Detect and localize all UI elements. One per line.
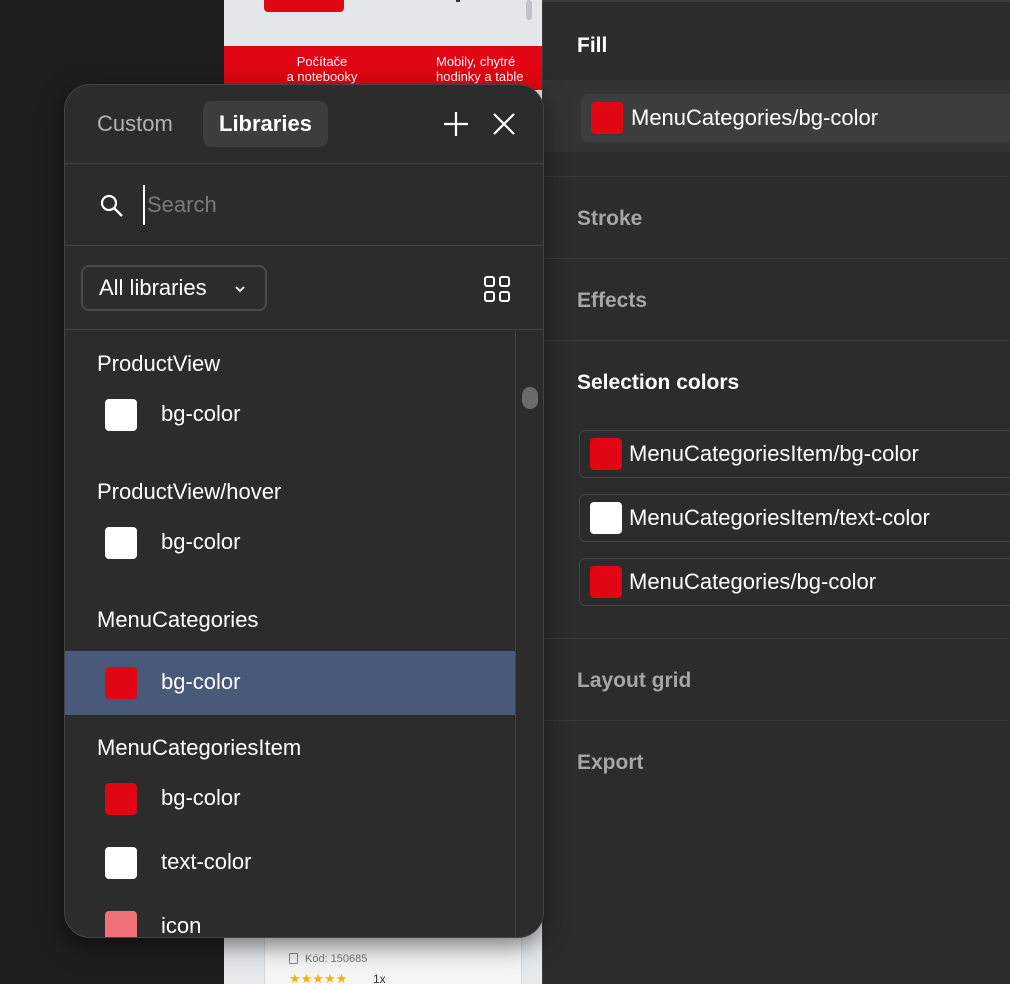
color-style-item[interactable]: icon: [65, 895, 515, 938]
fill-title: Fill: [577, 34, 608, 57]
color-swatch: [105, 667, 137, 699]
color-styles-list[interactable]: ProductView bg-color ProductView/hover b…: [65, 331, 515, 938]
selection-color-label: MenuCategoriesItem/bg-color: [629, 441, 919, 466]
color-swatch: [105, 527, 137, 559]
selection-color-label: MenuCategoriesItem/text-color: [629, 505, 930, 530]
effects-section[interactable]: Effects: [543, 258, 1010, 340]
canvas-dash: [456, 0, 460, 2]
canvas-menu-item: Mobily, chytré hodinky a table: [436, 54, 524, 84]
divider: [65, 329, 543, 330]
effects-title: Effects: [577, 289, 648, 312]
stroke-section[interactable]: Stroke: [543, 176, 1010, 258]
scrollbar-thumb[interactable]: [522, 387, 538, 409]
export-section[interactable]: Export: [543, 720, 1010, 802]
stroke-title: Stroke: [577, 207, 643, 230]
selection-color-swatch[interactable]: [590, 438, 622, 470]
color-swatch: [105, 783, 137, 815]
color-style-label: icon: [161, 913, 202, 938]
fill-swatch[interactable]: [591, 102, 623, 134]
selection-color-swatch[interactable]: [590, 502, 622, 534]
color-style-label: bg-color: [161, 529, 241, 554]
color-style-label: bg-color: [161, 669, 241, 694]
color-style-item[interactable]: bg-color: [65, 767, 515, 831]
library-group-title: ProductView: [97, 351, 221, 376]
copy-icon: [289, 953, 298, 964]
color-styles-popover: Custom Libraries All libraries ProductVi…: [64, 84, 544, 938]
tab-custom[interactable]: Custom: [81, 101, 189, 147]
close-icon[interactable]: [489, 109, 519, 139]
grid-view-icon[interactable]: [483, 275, 511, 303]
color-style-item[interactable]: bg-color: [65, 511, 515, 575]
color-style-item[interactable]: bg-color: [65, 383, 515, 447]
fill-style-row[interactable]: MenuCategories/bg-color: [581, 94, 1010, 142]
library-filter-label: All libraries: [99, 275, 207, 300]
selection-colors-title: Selection colors: [577, 371, 740, 394]
divider: [65, 163, 543, 164]
color-style-item-selected[interactable]: bg-color: [65, 651, 515, 715]
layout-grid-section[interactable]: Layout grid: [543, 638, 1010, 720]
layout-grid-title: Layout grid: [577, 669, 692, 692]
plus-icon[interactable]: [441, 109, 471, 139]
selection-color-row[interactable]: MenuCategories/bg-color: [579, 558, 1010, 606]
selection-color-label: MenuCategories/bg-color: [629, 569, 877, 594]
color-style-item[interactable]: text-color: [65, 831, 515, 895]
color-style-label: bg-color: [161, 401, 241, 426]
library-group-title: ProductView/hover: [97, 479, 282, 504]
color-style-label: text-color: [161, 849, 252, 874]
fill-section: Fill: [543, 0, 1010, 80]
chevron-down-icon: [235, 286, 245, 293]
tab-libraries[interactable]: Libraries: [203, 101, 328, 147]
selection-color-row[interactable]: MenuCategoriesItem/text-color: [579, 494, 1010, 542]
selection-color-row[interactable]: MenuCategoriesItem/bg-color: [579, 430, 1010, 478]
search-input[interactable]: [143, 185, 503, 225]
color-swatch: [105, 911, 137, 937]
divider: [65, 245, 543, 246]
product-code: Kód: 150685: [305, 953, 368, 965]
canvas-menu-item: Počítače a notebooky: [286, 54, 358, 84]
color-swatch: [105, 847, 137, 879]
library-group-title: MenuCategoriesItem: [97, 735, 302, 760]
scrollbar-track: [515, 331, 516, 937]
fill-style-name: MenuCategories/bg-color: [631, 105, 879, 130]
canvas-product-card: Kód: 150685 ★★★★★ 1x: [264, 930, 522, 984]
canvas-scrollbar: [526, 0, 532, 20]
library-filter-dropdown[interactable]: All libraries: [81, 265, 267, 311]
search-icon: [100, 194, 123, 217]
properties-panel: Fill MenuCategories/bg-color Stroke Effe…: [542, 0, 1010, 984]
rating-stars: ★★★★★: [289, 971, 348, 984]
canvas-red-button: [264, 0, 344, 12]
export-title: Export: [577, 751, 644, 774]
color-style-label: bg-color: [161, 785, 241, 810]
color-swatch: [105, 399, 137, 431]
library-group-title: MenuCategories: [97, 607, 259, 632]
selection-color-swatch[interactable]: [590, 566, 622, 598]
rating-count: 1x: [373, 972, 386, 984]
